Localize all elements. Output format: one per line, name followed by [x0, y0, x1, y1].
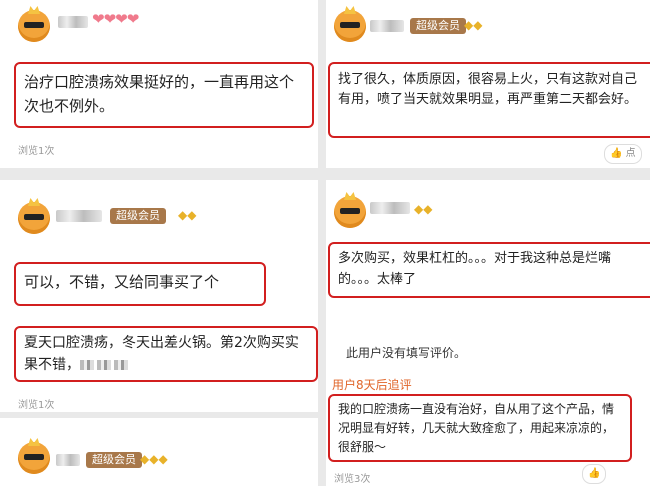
username-blurred	[370, 202, 410, 214]
follow-up-text-box: 我的口腔溃疡一直没有治好，自从用了这个产品，情况明显有好转，几天就大致痊愈了，用…	[328, 394, 632, 462]
avatar[interactable]	[18, 442, 50, 474]
avatar[interactable]	[18, 10, 50, 42]
review-card-mid-left: 超级会员 ◆◆ 可以，不错，又给同事买了个 夏天口腔溃疡，冬天出差火锅。第2次购…	[0, 180, 318, 412]
username-blurred	[370, 20, 404, 32]
diamond-level-icons: ◆◆	[178, 208, 197, 222]
username-blurred	[58, 16, 88, 28]
mosaic-redaction	[114, 360, 128, 370]
diamond-level-icons: ◆◆	[464, 18, 483, 32]
review-text: 可以，不错，又给同事买了个	[24, 273, 220, 291]
heart-rating-icons: ❤❤❤❤	[92, 10, 139, 28]
review-text-box: 多次购买，效果杠杠的。。。对于我这种总是烂嘴的。。。太棒了	[328, 242, 650, 298]
avatar[interactable]	[334, 196, 366, 228]
like-label: 点	[625, 148, 636, 159]
view-count: 浏览3次	[334, 474, 371, 485]
view-count: 浏览1次	[18, 400, 55, 411]
username-blurred	[56, 210, 102, 222]
avatar[interactable]	[18, 202, 50, 234]
mosaic-redaction	[97, 360, 111, 370]
diamond-level-icons: ◆◆	[414, 202, 433, 216]
review-text-box: 找了很久，体质原因，很容易上火，只有这款对自己有用，喷了当天就效果明显，再严重第…	[328, 62, 650, 138]
avatar[interactable]	[334, 10, 366, 42]
mosaic-redaction	[80, 360, 94, 370]
review-text-box: 治疗口腔溃疡效果挺好的，一直再用这个次也不例外。	[14, 62, 314, 128]
review-text-2: 夏天口腔溃疡，冬天出差火锅。第2次购买实果不错，	[24, 335, 299, 373]
review-card-bottom-left: 超级会员 ◆◆◆	[0, 418, 318, 486]
view-count: 浏览1次	[18, 146, 55, 157]
review-text-box: 可以，不错，又给同事买了个	[14, 262, 266, 306]
review-card-top-right: 超级会员 ◆◆ 找了很久，体质原因，很容易上火，只有这款对自己有用，喷了当天就效…	[326, 0, 650, 168]
review-text: 多次购买，效果杠杠的。。。对于我这种总是烂嘴的。。。太棒了	[338, 251, 612, 287]
review-text-box-2: 夏天口腔溃疡，冬天出差火锅。第2次购买实果不错，	[14, 326, 318, 382]
diamond-level-icons: ◆◆◆	[140, 452, 168, 466]
review-card-mid-right: ◆◆ 多次购买，效果杠杠的。。。对于我这种总是烂嘴的。。。太棒了 此用户没有填写…	[326, 180, 650, 486]
like-button[interactable]: 👍	[582, 464, 607, 484]
vip-badge: 超级会员	[410, 18, 466, 34]
review-text: 治疗口腔溃疡效果挺好的，一直再用这个次也不例外。	[24, 73, 295, 115]
review-text-2-wrapper: 夏天口腔溃疡，冬天出差火锅。第2次购买实果不错，	[16, 328, 316, 380]
no-review-text: 此用户没有填写评价。	[346, 346, 467, 360]
vip-badge: 超级会员	[86, 452, 142, 468]
like-button[interactable]: 👍 点	[604, 144, 642, 164]
review-card-top-left: ❤❤❤❤ 治疗口腔溃疡效果挺好的，一直再用这个次也不例外。 浏览1次	[0, 0, 318, 168]
follow-up-label: 用户8天后追评	[332, 378, 412, 392]
vip-badge: 超级会员	[110, 208, 166, 224]
username-blurred	[56, 454, 80, 466]
review-text: 找了很久，体质原因，很容易上火，只有这款对自己有用，喷了当天就效果明显，再严重第…	[338, 72, 638, 107]
follow-up-text: 我的口腔溃疡一直没有治好，自从用了这个产品，情况明显有好转，几天就大致痊愈了，用…	[338, 402, 615, 454]
